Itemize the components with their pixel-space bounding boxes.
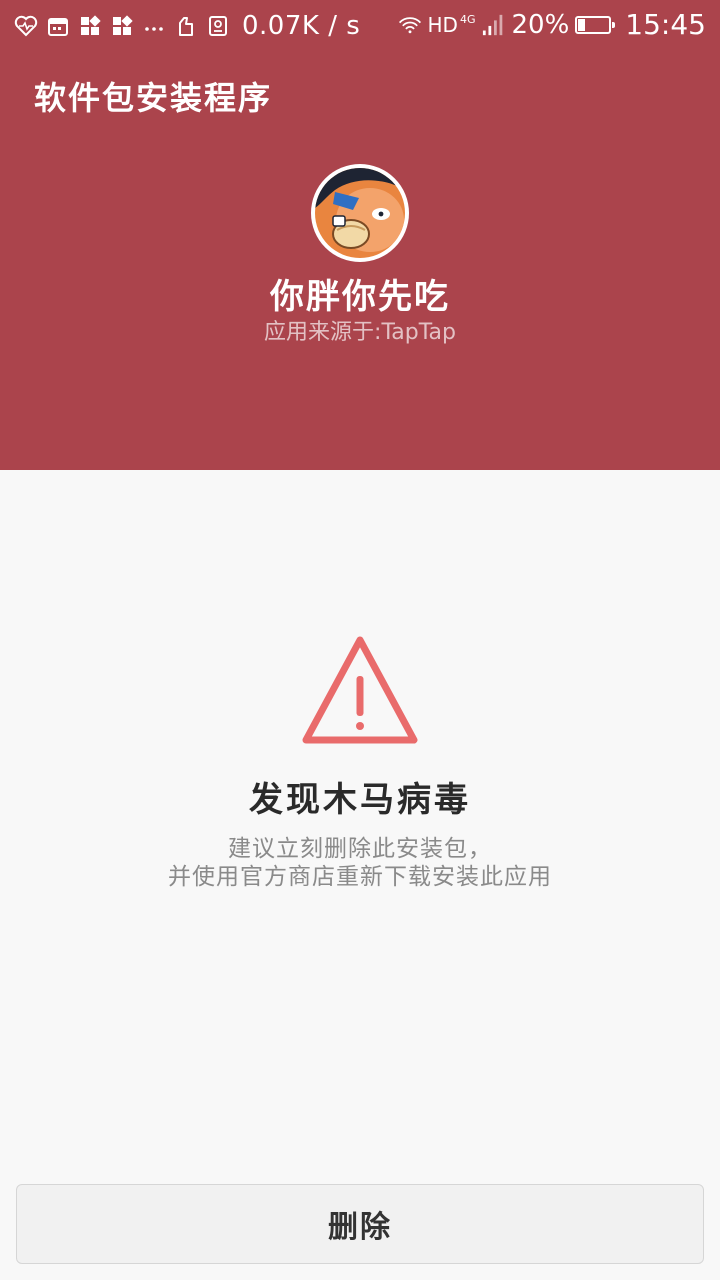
app-name: 你胖你先吃 [270, 277, 450, 317]
header-panel: 0.07K / s HD 4G 20% 15:45 软件包安装程序 你胖你先吃 … [0, 0, 720, 470]
delete-button-label: 删除 [328, 1210, 392, 1245]
battery-percent: 20% [511, 10, 570, 40]
heartbeat-icon [14, 14, 38, 38]
warning-triangle-icon [300, 634, 420, 746]
hd-label: HD [427, 13, 458, 37]
delete-button[interactable]: 删除 [16, 1184, 704, 1264]
app-avatar-icon [311, 164, 409, 262]
network-type-label: 4G [459, 13, 476, 26]
warning-description-line-1: 建议立刻删除此安装包， [228, 836, 492, 862]
warning-title: 发现木马病毒 [249, 780, 471, 820]
warning-description-line-2: 并使用官方商店重新下载安装此应用 [168, 864, 552, 890]
page-title: 软件包安装程序 [34, 79, 273, 117]
net-speed-text: 0.07K / s [242, 11, 361, 41]
installer-screen: 0.07K / s HD 4G 20% 15:45 软件包安装程序 你胖你先吃 … [0, 0, 720, 1280]
apps-icon [78, 14, 102, 38]
apps-icon [110, 14, 134, 38]
wifi-icon [398, 13, 422, 37]
glove-icon [174, 14, 198, 38]
battery-icon [575, 16, 616, 34]
more-dots-icon [142, 14, 166, 38]
clock: 15:45 [625, 8, 706, 41]
status-bar-right: HD 4G 20% 15:45 [398, 8, 706, 42]
signal-icon [482, 13, 506, 37]
status-bar: 0.07K / s HD 4G 20% 15:45 [0, 0, 720, 52]
battery-fill [578, 19, 585, 31]
app-source: 应用来源于:TapTap [264, 320, 456, 345]
portrait-icon [206, 14, 230, 38]
calendar-icon [46, 14, 70, 38]
status-bar-left: 0.07K / s [14, 12, 360, 40]
